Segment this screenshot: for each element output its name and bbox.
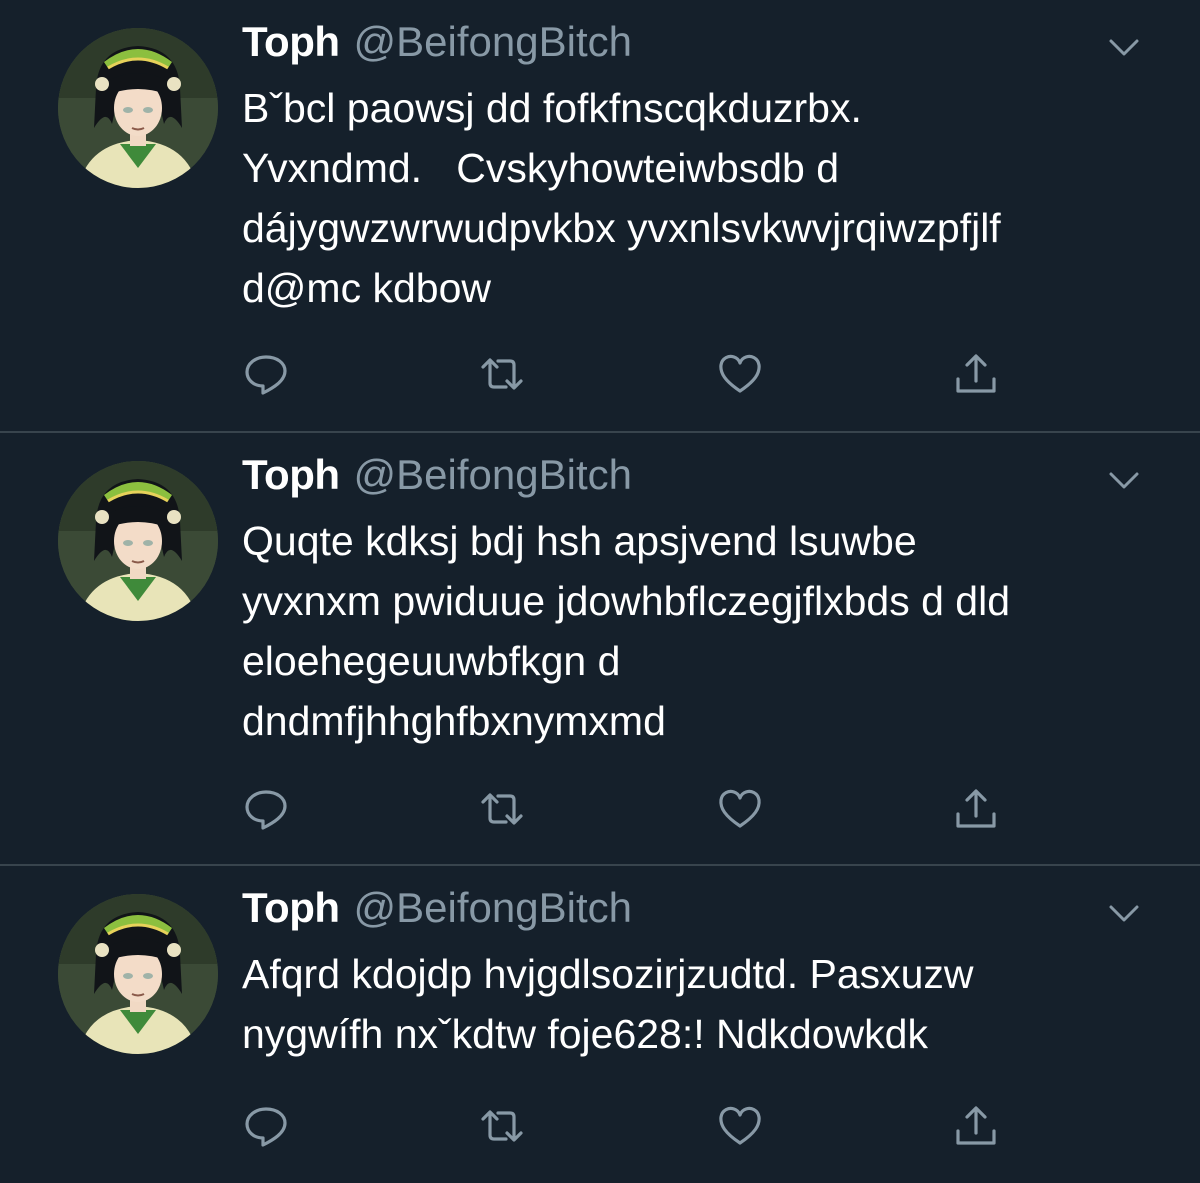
like-button[interactable] <box>716 785 764 833</box>
display-name[interactable]: Toph <box>242 18 340 66</box>
retweet-icon <box>481 793 523 825</box>
retweet-icon <box>481 358 523 390</box>
tweet[interactable]: Toph @BeifongBitch Quqte kdksj bdj hsh a… <box>0 433 1200 866</box>
retweet-button[interactable] <box>478 350 526 398</box>
like-button[interactable] <box>716 350 764 398</box>
avatar-image <box>58 461 218 621</box>
tweet-actions <box>242 785 1002 833</box>
reply-icon <box>245 355 287 395</box>
retweet-icon <box>481 1110 523 1142</box>
retweet-button[interactable] <box>478 785 526 833</box>
username-handle[interactable]: @BeifongBitch <box>354 18 632 66</box>
reply-button[interactable] <box>242 1102 290 1150</box>
display-name[interactable]: Toph <box>242 451 340 499</box>
tweet-content: Toph @BeifongBitch Bˇbcl paowsj dd fofkf… <box>242 18 1160 318</box>
share-icon <box>956 1106 996 1145</box>
display-name[interactable]: Toph <box>242 884 340 932</box>
heart-icon <box>719 354 761 393</box>
chevron-down-icon[interactable] <box>1106 30 1142 66</box>
tweet-content: Toph @BeifongBitch Afqrd kdojdp hvjgdlso… <box>242 884 1160 1064</box>
heart-icon <box>719 789 761 828</box>
share-button[interactable] <box>952 785 1000 833</box>
share-button[interactable] <box>952 1102 1000 1150</box>
tweet[interactable]: Toph @BeifongBitch Bˇbcl paowsj dd fofkf… <box>0 0 1200 433</box>
avatar[interactable] <box>58 28 218 188</box>
avatar-image <box>58 28 218 188</box>
username-handle[interactable]: @BeifongBitch <box>354 451 632 499</box>
tweet-content: Toph @BeifongBitch Quqte kdksj bdj hsh a… <box>242 451 1160 751</box>
chevron-down-icon[interactable] <box>1106 463 1142 499</box>
retweet-button[interactable] <box>478 1102 526 1150</box>
heart-icon <box>719 1106 761 1145</box>
tweet-actions <box>242 350 1002 398</box>
reply-icon <box>245 790 287 830</box>
reply-icon <box>245 1107 287 1147</box>
timeline: Toph @BeifongBitch Bˇbcl paowsj dd fofkf… <box>0 0 1200 1183</box>
share-icon <box>956 789 996 828</box>
chevron-down-icon[interactable] <box>1106 896 1142 932</box>
share-icon <box>956 354 996 393</box>
tweet-text: Quqte kdksj bdj hsh apsjvend lsuwbe yvxn… <box>242 518 1011 744</box>
avatar[interactable] <box>58 894 218 1054</box>
like-button[interactable] <box>716 1102 764 1150</box>
share-button[interactable] <box>952 350 1000 398</box>
avatar[interactable] <box>58 461 218 621</box>
username-handle[interactable]: @BeifongBitch <box>354 884 632 932</box>
reply-button[interactable] <box>242 785 290 833</box>
tweet-header: Toph @BeifongBitch <box>242 884 1160 944</box>
tweet-header: Toph @BeifongBitch <box>242 451 1160 511</box>
tweet-actions <box>242 1102 1002 1150</box>
tweet[interactable]: Toph @BeifongBitch Afqrd kdojdp hvjgdlso… <box>0 866 1200 1183</box>
tweet-text: Afqrd kdojdp hvjgdlsozirjzudtd. Pasxuzw … <box>242 951 974 1057</box>
tweet-header: Toph @BeifongBitch <box>242 18 1160 78</box>
tweet-text: Bˇbcl paowsj dd fofkfnscqkduzrbx. Yvxndm… <box>242 85 1001 311</box>
avatar-image <box>58 894 218 1054</box>
reply-button[interactable] <box>242 350 290 398</box>
